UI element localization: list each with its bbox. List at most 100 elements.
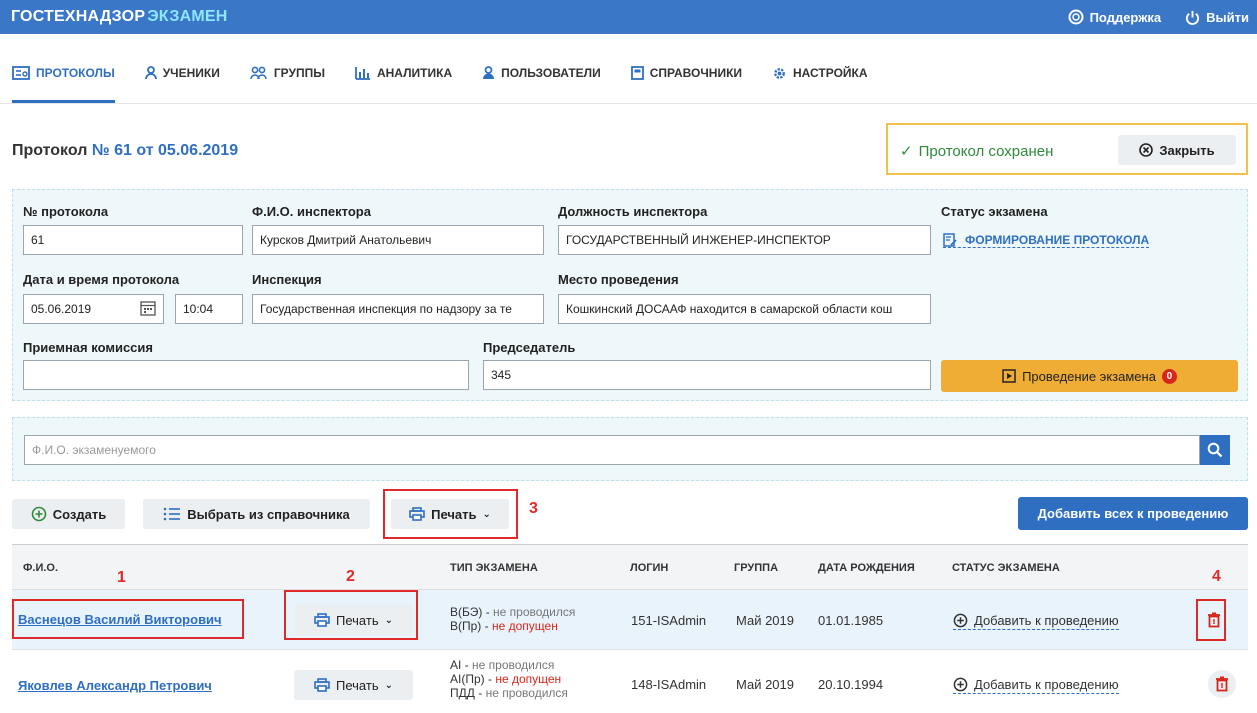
save-notification: ✓ Протокол сохранен Закрыть [886, 123, 1248, 175]
annotation-box-2 [284, 590, 418, 640]
users-icon [483, 66, 495, 79]
tab-label: НАСТРОЙКА [793, 66, 868, 80]
time-input[interactable]: 10:04 [175, 294, 243, 324]
group-cell: Май 2019 [736, 677, 794, 692]
brand-main: ГОСТЕХНАДЗОР [11, 8, 146, 25]
plus-circle-icon [953, 613, 968, 628]
tab-groups[interactable]: ГРУППЫ [250, 66, 325, 102]
close-circle-icon [1139, 143, 1154, 157]
plus-circle-icon [953, 677, 968, 692]
top-bar: ГОСТЕХНАДЗОР ЭКЗАМЕН Поддержка Выйти [0, 0, 1257, 34]
support-icon [1068, 9, 1084, 25]
conduct-exam-label: Проведение экзамена [1022, 368, 1156, 384]
exam-types: AI - не проводился AI(Пр) - не допущен П… [450, 658, 568, 700]
protocol-form: № протокола 61 Ф.И.О. инспектора Курсков… [12, 189, 1248, 401]
exam-count-badge: 0 [1161, 368, 1177, 384]
exam-type: AI [450, 658, 462, 672]
conduct-exam-button[interactable]: Проведение экзамена 0 [941, 360, 1238, 392]
main-nav: ПРОТОКОЛЫ УЧЕНИКИ ГРУППЫ АНАЛИТИКА ПОЛЬЗ… [0, 34, 1257, 104]
table-row: Яковлев Александр Петрович Печать ⌄ AI -… [12, 650, 1248, 713]
trash-icon [1216, 676, 1228, 692]
close-button[interactable]: Закрыть [1118, 135, 1236, 165]
analytics-icon [355, 67, 370, 80]
exam-type: ПДД [450, 686, 475, 700]
create-label: Создать [52, 506, 107, 522]
annotation-number-2: 2 [346, 568, 355, 585]
checkmark-icon: ✓ [900, 143, 913, 160]
col-group[interactable]: ГРУППА [734, 562, 778, 574]
annotation-box-4 [1196, 599, 1226, 641]
exam-status-text: не проводился [493, 605, 576, 619]
page-title: Протокол № 61 от 05.06.2019 [12, 142, 238, 160]
add-to-exam-link[interactable]: Добавить к проведению [953, 613, 1119, 630]
tab-students[interactable]: УЧЕНИКИ [144, 66, 220, 102]
table-header: Ф.И.О. ТИП ЭКЗАМЕНА ЛОГИН ГРУППА ДАТА РО… [12, 544, 1248, 590]
power-icon [1186, 10, 1200, 25]
student-name-link[interactable]: Яковлев Александр Петрович [18, 678, 212, 693]
tab-label: ПОЛЬЗОВАТЕЛИ [501, 66, 601, 80]
chairman-input[interactable]: 345 [483, 360, 931, 390]
birth-date-cell: 01.01.1985 [818, 613, 884, 628]
group-icon [250, 66, 267, 80]
tab-label: СПРАВОЧНИКИ [649, 66, 743, 80]
add-all-label: Добавить всех к проведению [1037, 506, 1229, 521]
choose-label: Выбрать из справочника [187, 506, 350, 522]
exam-status-text: не проводился [485, 686, 568, 700]
add-all-button[interactable]: Добавить всех к проведению [1018, 497, 1248, 530]
status-value: ФОРМИРОВАНИЕ ПРОТОКОЛА [965, 233, 1150, 247]
protocol-no-label: № протокола [23, 204, 109, 219]
choose-from-reference-button[interactable]: Выбрать из справочника [143, 499, 370, 529]
row-print-button[interactable]: Печать ⌄ [294, 670, 413, 700]
tab-settings[interactable]: НАСТРОЙКА [772, 66, 868, 102]
commission-input[interactable] [23, 360, 469, 390]
tab-users[interactable]: ПОЛЬЗОВАТЕЛИ [482, 66, 601, 102]
commission-label: Приемная комиссия [23, 340, 153, 355]
plus-circle-icon [31, 506, 47, 522]
birth-date-cell: 20.10.1994 [818, 677, 884, 692]
exam-separator: - [474, 686, 486, 700]
reference-icon [630, 66, 644, 80]
brand-logo[interactable]: ГОСТЕХНАДЗОР ЭКЗАМЕН [11, 8, 228, 26]
calendar-icon[interactable] [140, 300, 156, 316]
protocol-no-input[interactable]: 61 [23, 225, 243, 255]
edit-icon [943, 233, 957, 247]
support-link[interactable]: Поддержка [1068, 9, 1161, 25]
saved-text: Протокол сохранен [918, 142, 1054, 160]
col-exam-type[interactable]: ТИП ЭКЗАМЕНА [450, 562, 538, 574]
status-link[interactable]: ФОРМИРОВАНИЕ ПРОТОКОЛА [943, 233, 1150, 248]
search-button[interactable] [1200, 435, 1230, 465]
exam-type: В(Пр) [450, 619, 482, 633]
tab-protocols[interactable]: ПРОТОКОЛЫ [12, 66, 115, 103]
position-label: Должность инспектора [558, 204, 708, 219]
tab-references[interactable]: СПРАВОЧНИКИ [630, 66, 743, 102]
col-exam-status[interactable]: СТАТУС ЭКЗАМЕНА [952, 562, 1060, 574]
inspector-input[interactable]: Курсков Дмитрий Анатольевич [252, 225, 544, 255]
place-input[interactable]: Кошкинский ДОСААФ находится в самарской … [558, 294, 931, 324]
position-input[interactable]: ГОСУДАРСТВЕННЫЙ ИНЖЕНЕР-ИНСПЕКТОР [558, 225, 931, 255]
add-to-exam-label: Добавить к проведению [974, 613, 1119, 628]
annotation-box-1 [12, 599, 244, 639]
annotation-number-1: 1 [117, 569, 126, 586]
tab-analytics[interactable]: АНАЛИТИКА [355, 66, 452, 102]
col-login[interactable]: ЛОГИН [630, 562, 668, 574]
annotation-box-3 [383, 489, 518, 539]
create-button[interactable]: Создать [12, 499, 125, 529]
exam-separator: - [484, 672, 496, 686]
exam-types: В(БЭ) - не проводился В(Пр) - не допущен [450, 605, 575, 633]
delete-button[interactable] [1208, 670, 1236, 698]
search-input[interactable]: Ф.И.О. экзаменуемого [24, 435, 1200, 465]
login-cell: 148-ISAdmin [631, 677, 707, 692]
inspector-label: Ф.И.О. инспектора [252, 204, 371, 219]
logout-link[interactable]: Выйти [1185, 9, 1249, 25]
title-number: № 61 от 05.06.2019 [91, 142, 239, 159]
add-to-exam-link[interactable]: Добавить к проведению [953, 677, 1119, 694]
inspection-input[interactable]: Государственная инспекция по надзору за … [252, 294, 544, 324]
col-birth-date[interactable]: ДАТА РОЖДЕНИЯ [818, 562, 915, 574]
exam-status-text: не допущен [495, 672, 562, 686]
col-name[interactable]: Ф.И.О. [23, 562, 58, 574]
logout-label: Выйти [1206, 9, 1249, 25]
place-label: Место проведения [558, 272, 679, 287]
search-icon [1207, 442, 1223, 458]
chairman-label: Председатель [483, 340, 576, 355]
exam-separator: - [482, 605, 494, 619]
